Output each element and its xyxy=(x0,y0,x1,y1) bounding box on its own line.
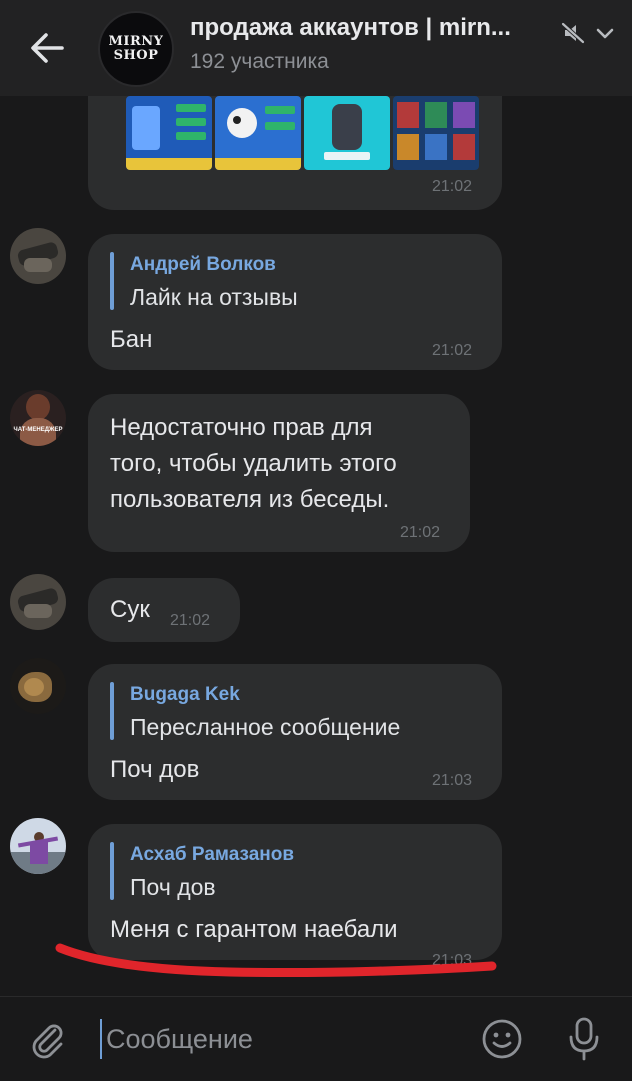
avatar[interactable] xyxy=(10,574,66,630)
reply-author[interactable]: Bugaga Kek xyxy=(130,684,240,706)
chevron-down-icon[interactable] xyxy=(594,22,616,44)
reply-quote-bar xyxy=(110,842,114,900)
avatar[interactable]: ЧАТ-МЕНЕДЖЕР xyxy=(10,390,66,446)
paperclip-icon[interactable] xyxy=(28,1019,68,1059)
message-text-line: того, чтобы удалить этого xyxy=(110,450,397,477)
photo-thumbnail[interactable] xyxy=(393,96,479,170)
message-text: Поч дов xyxy=(110,756,200,783)
message-text-line: Недостаточно прав для xyxy=(110,414,373,441)
reply-text: Пересланное сообщение xyxy=(130,714,401,740)
bell-muted-icon xyxy=(561,22,585,44)
arrow-left-icon[interactable] xyxy=(22,22,74,74)
reply-quote-bar xyxy=(110,252,114,310)
message-bubble[interactable]: Андрей Волков Лайк на отзывы Бан 21:02 xyxy=(88,234,502,370)
chat-member-count[interactable]: 192 участника xyxy=(190,50,329,74)
message-time: 21:02 xyxy=(170,612,211,629)
photo-thumbnail[interactable] xyxy=(215,96,301,170)
message-bubble[interactable]: Bugaga Kek Пересланное сообщение Поч дов… xyxy=(88,664,502,800)
reply-quote-bar xyxy=(110,682,114,740)
message-time: 21:02 xyxy=(400,524,441,541)
message-text-line: пользователя из беседы. xyxy=(110,486,390,513)
avatar-text-line1: MIRNY xyxy=(108,34,164,49)
message-bubble[interactable]: Недостаточно прав для того, чтобы удалит… xyxy=(88,394,470,552)
message-composer xyxy=(0,996,632,1081)
message-input[interactable] xyxy=(100,1019,466,1059)
avatar[interactable] xyxy=(10,658,66,714)
chat-header: MIRNY SHOP продажа аккаунтов | mirn... 1… xyxy=(0,0,632,96)
message-bubble[interactable]: Сук 21:02 xyxy=(88,578,240,642)
chat-avatar[interactable]: MIRNY SHOP xyxy=(98,11,174,87)
smile-icon[interactable] xyxy=(480,1017,524,1061)
message-text: Меня с гарантом наебали xyxy=(110,916,398,943)
message-bubble[interactable]: Асхаб Рамазанов Поч дов Меня с гарантом … xyxy=(88,824,502,969)
avatar-label: ЧАТ-МЕНЕДЖЕР xyxy=(13,427,63,433)
avatar[interactable] xyxy=(10,228,66,284)
avatar[interactable] xyxy=(10,818,66,874)
reply-author[interactable]: Андрей Волков xyxy=(130,254,276,276)
message-time: 21:02 xyxy=(432,342,473,359)
reply-author[interactable]: Асхаб Рамазанов xyxy=(130,844,294,866)
photo-thumbnail[interactable] xyxy=(126,96,212,170)
avatar-text-line2: SHOP xyxy=(113,48,159,63)
microphone-icon[interactable] xyxy=(562,1015,606,1063)
chat-title[interactable]: продажа аккаунтов | mirn... xyxy=(190,14,530,42)
message-time: 21:03 xyxy=(432,772,473,789)
message-text: Сук xyxy=(110,596,150,623)
reply-text: Поч дов xyxy=(130,874,216,900)
photo-thumbnail[interactable] xyxy=(304,96,390,170)
reply-text: Лайк на отзывы xyxy=(130,284,298,310)
message-time: 21:02 xyxy=(432,178,473,195)
message-time: 21:03 xyxy=(432,952,473,969)
message-text: Бан xyxy=(110,326,153,353)
